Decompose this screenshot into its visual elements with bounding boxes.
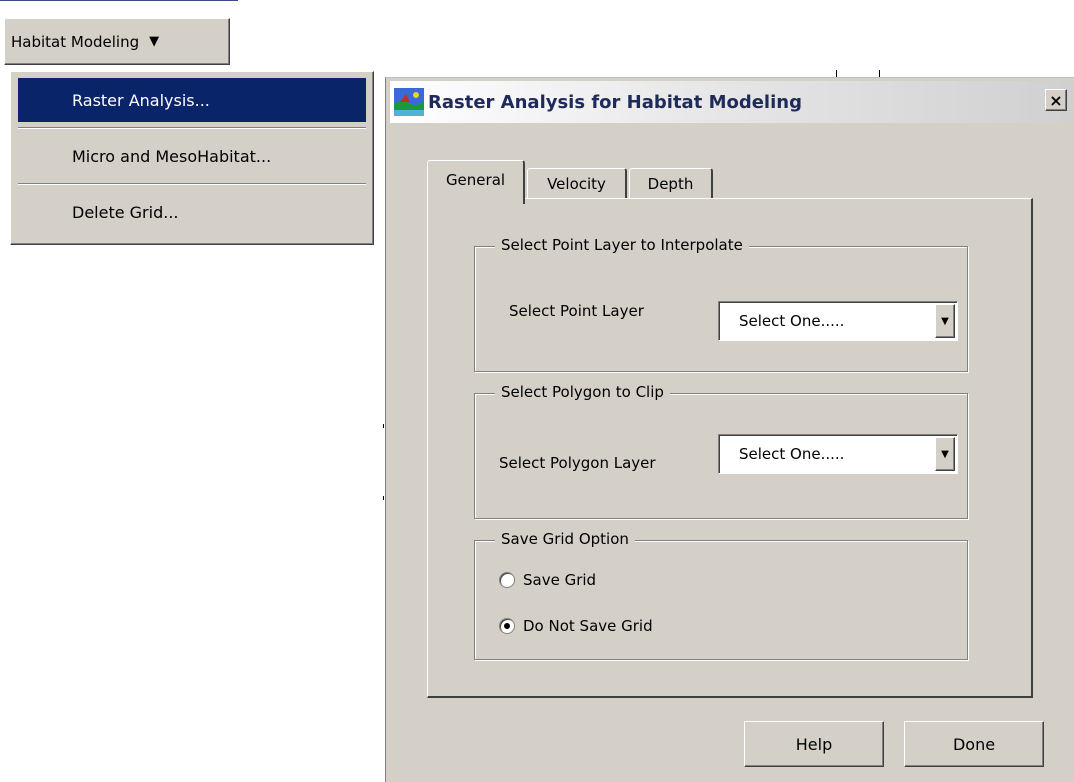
tab-depth[interactable]: Depth xyxy=(629,168,713,198)
polygon-clip-groupbox: Select Polygon to Clip Select Polygon La… xyxy=(474,383,968,519)
radio-button[interactable] xyxy=(499,572,515,588)
point-layer-select[interactable]: Select One..... ▼ xyxy=(718,301,958,341)
tab-label: General xyxy=(445,170,506,189)
menu-item-raster-analysis[interactable]: Raster Analysis... xyxy=(18,78,366,122)
menu-item-label: Delete Grid... xyxy=(72,202,179,222)
do-not-save-grid-radio[interactable]: Do Not Save Grid xyxy=(499,617,653,635)
menu-separator xyxy=(18,183,366,185)
menu-item-micro-mesohabitat[interactable]: Micro and MesoHabitat... xyxy=(18,134,366,178)
chevron-down-icon[interactable]: ▼ xyxy=(935,304,955,338)
habitat-modeling-dropdown-menu: Raster Analysis... Micro and MesoHabitat… xyxy=(10,71,374,245)
combo-value: Select One..... xyxy=(739,312,845,330)
combo-value: Select One..... xyxy=(739,445,845,463)
close-button[interactable]: × xyxy=(1045,89,1067,111)
point-layer-groupbox: Select Point Layer to Interpolate Select… xyxy=(474,236,968,372)
background-tick xyxy=(383,496,384,500)
chevron-down-icon[interactable]: ▼ xyxy=(935,437,955,471)
top-divider-line xyxy=(0,0,238,1)
done-button[interactable]: Done xyxy=(904,721,1044,767)
raster-analysis-app-icon xyxy=(394,88,424,116)
menu-item-label: Raster Analysis... xyxy=(72,90,210,110)
raster-analysis-dialog: Raster Analysis for Habitat Modeling × G… xyxy=(385,77,1074,782)
groupbox-legend: Save Grid Option xyxy=(495,530,635,548)
general-tab-panel: Select Point Layer to Interpolate Select… xyxy=(427,198,1033,698)
groupbox-legend: Select Point Layer to Interpolate xyxy=(495,236,749,254)
menu-separator xyxy=(18,127,366,129)
habitat-modeling-menu-button[interactable]: Habitat Modeling ▼ xyxy=(4,18,230,65)
menu-item-delete-grid[interactable]: Delete Grid... xyxy=(18,190,366,234)
background-tick xyxy=(383,424,384,428)
dialog-title: Raster Analysis for Habitat Modeling xyxy=(428,91,802,113)
point-layer-label: Select Point Layer xyxy=(509,302,644,320)
radio-label: Save Grid xyxy=(523,571,597,589)
groupbox-legend: Select Polygon to Clip xyxy=(495,383,670,401)
tab-velocity[interactable]: Velocity xyxy=(527,168,627,198)
button-label: Done xyxy=(952,734,996,754)
tab-label: Depth xyxy=(647,174,694,193)
tab-general[interactable]: General xyxy=(427,160,525,204)
help-button[interactable]: Help xyxy=(744,721,884,767)
polygon-layer-select[interactable]: Select One..... ▼ xyxy=(718,434,958,474)
dialog-titlebar[interactable]: Raster Analysis for Habitat Modeling × xyxy=(390,81,1071,123)
dropdown-arrow-icon: ▼ xyxy=(149,34,160,49)
save-grid-groupbox: Save Grid Option Save Grid Do Not Save G… xyxy=(474,530,968,660)
save-grid-radio[interactable]: Save Grid xyxy=(499,571,596,589)
polygon-layer-label: Select Polygon Layer xyxy=(499,454,656,472)
close-icon: × xyxy=(1049,90,1063,110)
button-label: Help xyxy=(795,734,833,754)
radio-label: Do Not Save Grid xyxy=(523,617,653,635)
menu-button-label: Habitat Modeling xyxy=(11,32,140,51)
radio-button-selected[interactable] xyxy=(499,618,515,634)
tab-label: Velocity xyxy=(547,174,606,193)
menu-item-label: Micro and MesoHabitat... xyxy=(72,146,272,166)
